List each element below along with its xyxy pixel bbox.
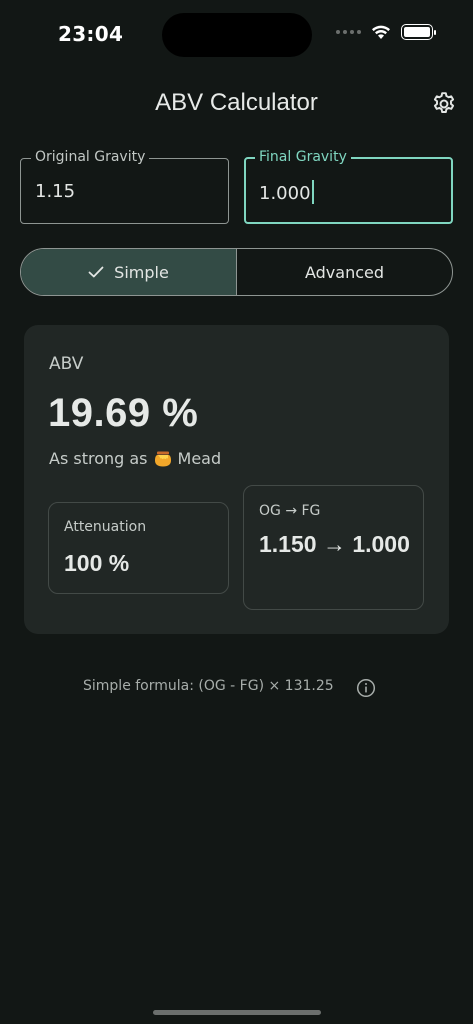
abv-value: 19.69 % [48, 391, 199, 435]
dynamic-island [162, 13, 312, 57]
segment-advanced[interactable]: Advanced [237, 249, 452, 295]
attenuation-value: 100 % [64, 550, 130, 576]
strength-item: Mead [177, 449, 222, 468]
status-time: 23:04 [58, 22, 124, 46]
battery-icon [401, 24, 436, 40]
settings-gear-icon[interactable] [431, 91, 457, 117]
result-card: ABV 19.69 % As strong as Mead Attenuatio… [24, 325, 449, 634]
og-fg-box: OG → FG 1.150 → 1.000 [243, 485, 424, 610]
final-gravity-label: Final Gravity [255, 149, 351, 165]
final-gravity-field[interactable]: Final Gravity 1.000 [244, 149, 453, 224]
final-gravity-value: 1.000 [259, 183, 311, 204]
page-title: ABV Calculator [155, 89, 318, 116]
status-icons [336, 24, 436, 40]
attenuation-label: Attenuation [64, 519, 147, 535]
segment-simple[interactable]: Simple [21, 249, 237, 295]
segment-advanced-label: Advanced [304, 262, 385, 282]
original-gravity-label: Original Gravity [31, 149, 150, 165]
attenuation-box: Attenuation 100 % [48, 502, 229, 594]
original-gravity-field[interactable]: Original Gravity 1.15 [20, 149, 229, 224]
final-gravity-input[interactable]: 1.000 [259, 180, 314, 204]
formula-text: Simple formula: (OG - FG) × 131.25 [83, 678, 334, 694]
strength-prefix: As strong as [49, 449, 148, 468]
text-caret [311, 180, 314, 204]
home-indicator[interactable] [153, 1010, 321, 1015]
segment-simple-label: Simple [114, 262, 169, 282]
checkmark-icon [88, 266, 104, 278]
wifi-icon [372, 25, 390, 39]
mode-segmented-control: Simple Advanced [20, 248, 453, 296]
og-fg-label: OG → FG [259, 503, 321, 519]
screen: 23:04 ABV Calculator Original Gravity 1.… [0, 0, 473, 1024]
cellular-icon [336, 30, 361, 34]
strength-comparison: As strong as Mead [49, 449, 221, 468]
info-icon[interactable] [356, 678, 376, 698]
honey-pot-icon [154, 451, 171, 466]
og-fg-value: 1.150 → 1.000 [259, 531, 410, 557]
abv-label: ABV [49, 354, 84, 374]
original-gravity-value[interactable]: 1.15 [35, 181, 75, 202]
